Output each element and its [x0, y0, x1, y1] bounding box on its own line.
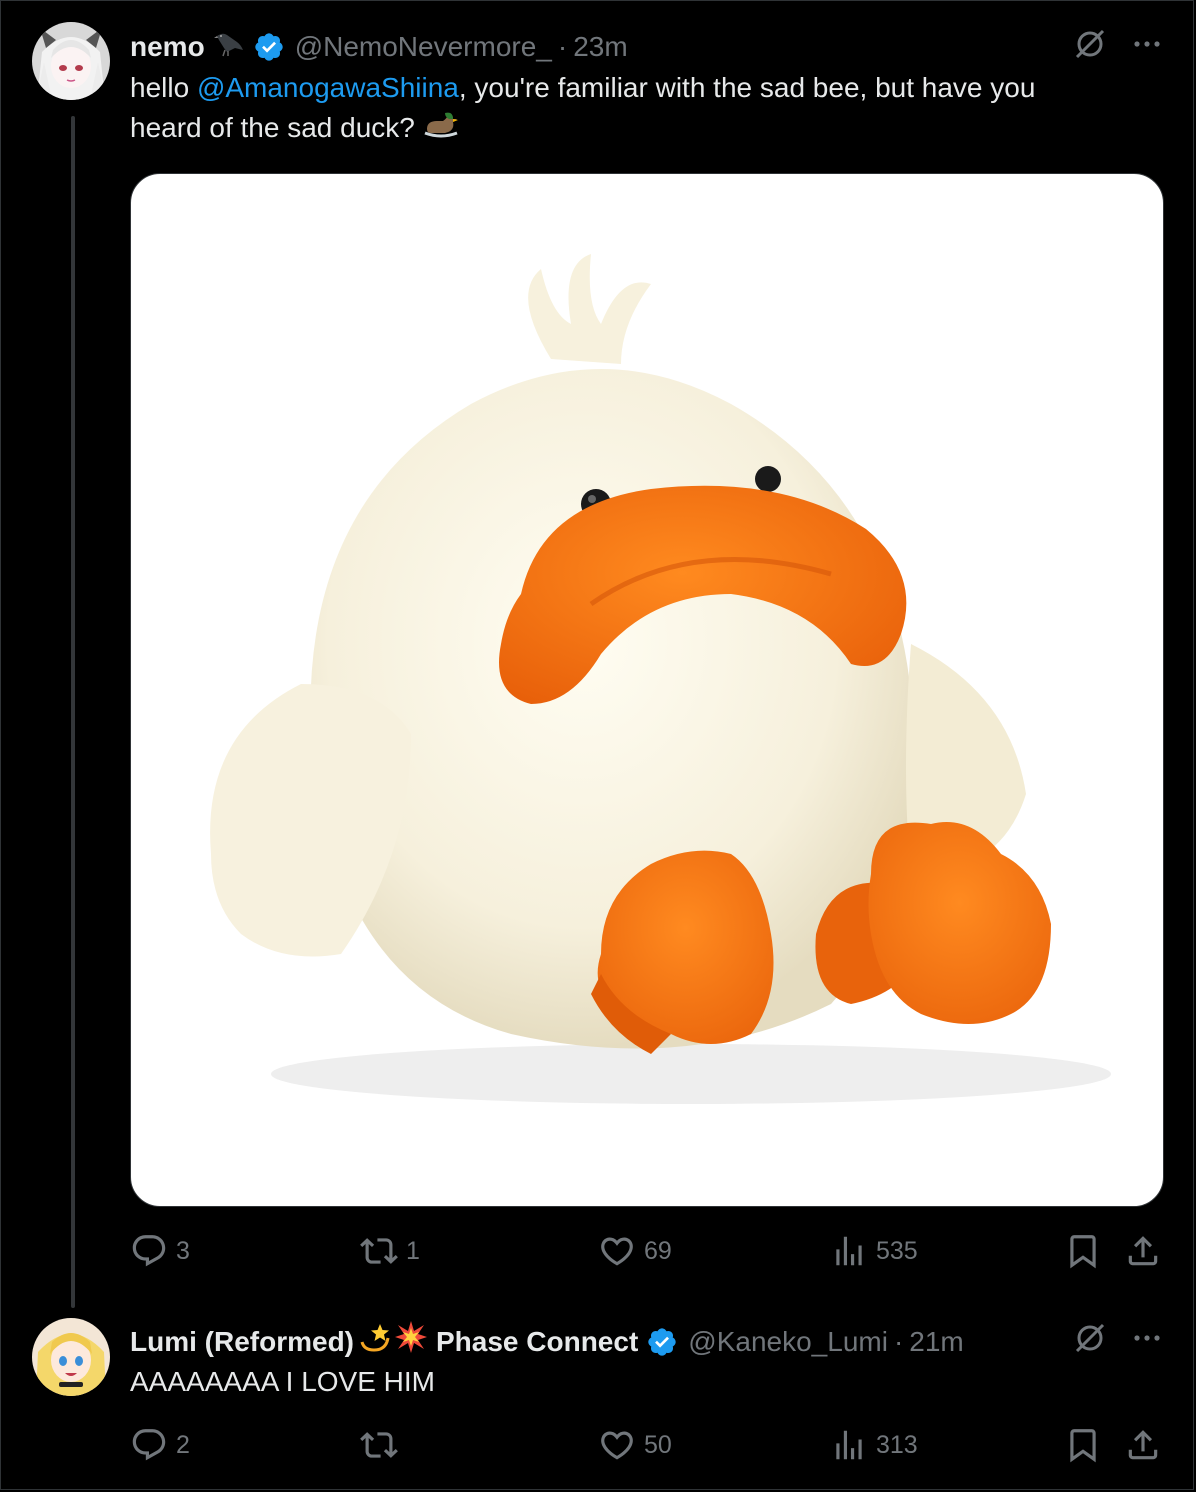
repost-button[interactable]	[360, 1426, 406, 1464]
grok-icon[interactable]	[1072, 1320, 1108, 1361]
reply-button[interactable]: 2	[130, 1426, 190, 1464]
tweet-text: hello @AmanogawaShiina, you're familiar …	[130, 68, 1140, 150]
tweet-header: nemo @NemoNevermore_ · 23m	[130, 26, 628, 67]
repost-icon	[360, 1238, 398, 1264]
reply-author-handle[interactable]: @Kaneko_Lumi	[688, 1324, 888, 1360]
like-count: 69	[644, 1236, 672, 1265]
reply-action-bar: 2 50 313	[130, 1426, 1164, 1466]
bookmark-icon	[1070, 1235, 1096, 1269]
views-count: 535	[876, 1236, 918, 1265]
timestamp[interactable]: 23m	[573, 29, 627, 65]
author-handle[interactable]: @NemoNevermore_	[295, 29, 552, 65]
reply-author-suffix[interactable]: Phase Connect	[436, 1324, 638, 1360]
repost-button[interactable]: 1	[360, 1232, 420, 1270]
share-icon	[1128, 1236, 1158, 1266]
like-button[interactable]: 50	[598, 1426, 672, 1464]
reply-button[interactable]: 3	[130, 1232, 190, 1270]
share-icon	[1128, 1430, 1158, 1460]
separator-dot: ·	[893, 1325, 904, 1357]
reply-author-name[interactable]: Lumi (Reformed)	[130, 1324, 354, 1360]
repost-count: 1	[406, 1236, 420, 1265]
like-button[interactable]: 69	[598, 1232, 672, 1270]
mention-link[interactable]: @AmanogawaShiina	[197, 72, 459, 103]
views-button[interactable]: 535	[830, 1232, 918, 1270]
views-count: 313	[876, 1430, 918, 1459]
tweet-text-line2: heard of the sad duck?	[130, 112, 415, 143]
bookmark-button[interactable]	[1064, 1232, 1102, 1270]
reply-count: 2	[176, 1430, 190, 1459]
duck-icon	[423, 109, 459, 150]
nemo-avatar[interactable]	[32, 22, 110, 100]
views-icon	[836, 1236, 862, 1266]
reply-icon	[132, 1429, 166, 1461]
tweet-text-prefix: hello	[130, 72, 197, 103]
views-button[interactable]: 313	[830, 1426, 918, 1464]
tweet-top-actions	[1072, 26, 1164, 67]
crow-icon	[213, 26, 245, 67]
separator-dot: ·	[557, 30, 568, 62]
thread-line	[71, 116, 75, 1308]
share-button[interactable]	[1124, 1232, 1162, 1270]
tweet-text-line1: , you're familiar with the sad bee, but …	[458, 72, 1036, 103]
lumi-avatar[interactable]	[32, 1318, 110, 1396]
grok-icon[interactable]	[1072, 26, 1108, 67]
reply-timestamp[interactable]: 21m	[909, 1324, 963, 1360]
verified-badge-icon[interactable]	[646, 1326, 678, 1358]
reply-top-actions	[1072, 1320, 1164, 1361]
dizzy-icon	[358, 1320, 392, 1363]
share-button[interactable]	[1124, 1426, 1162, 1464]
tweet-media-image[interactable]	[130, 173, 1164, 1207]
tweet-action-bar: 3 1 69 535	[130, 1232, 1164, 1272]
like-icon	[601, 1431, 633, 1460]
reply-icon	[132, 1235, 166, 1267]
bookmark-icon	[1070, 1429, 1096, 1463]
reply-header: Lumi (Reformed) Phase Connect @Kaneko_Lu…	[130, 1320, 964, 1363]
reply-text: AAAAAAAA I LOVE HIM	[130, 1366, 436, 1397]
repost-icon	[360, 1432, 398, 1458]
like-count: 50	[644, 1430, 672, 1459]
views-icon	[836, 1430, 862, 1460]
like-icon	[601, 1237, 633, 1266]
verified-badge-icon[interactable]	[253, 31, 285, 63]
more-icon[interactable]	[1130, 27, 1164, 66]
sad-duck-plush-image	[210, 254, 1111, 1104]
more-icon[interactable]	[1130, 1321, 1164, 1360]
collision-icon	[394, 1320, 428, 1363]
author-name[interactable]: nemo	[130, 29, 205, 65]
bookmark-button[interactable]	[1064, 1426, 1102, 1464]
reply-count: 3	[176, 1236, 190, 1265]
